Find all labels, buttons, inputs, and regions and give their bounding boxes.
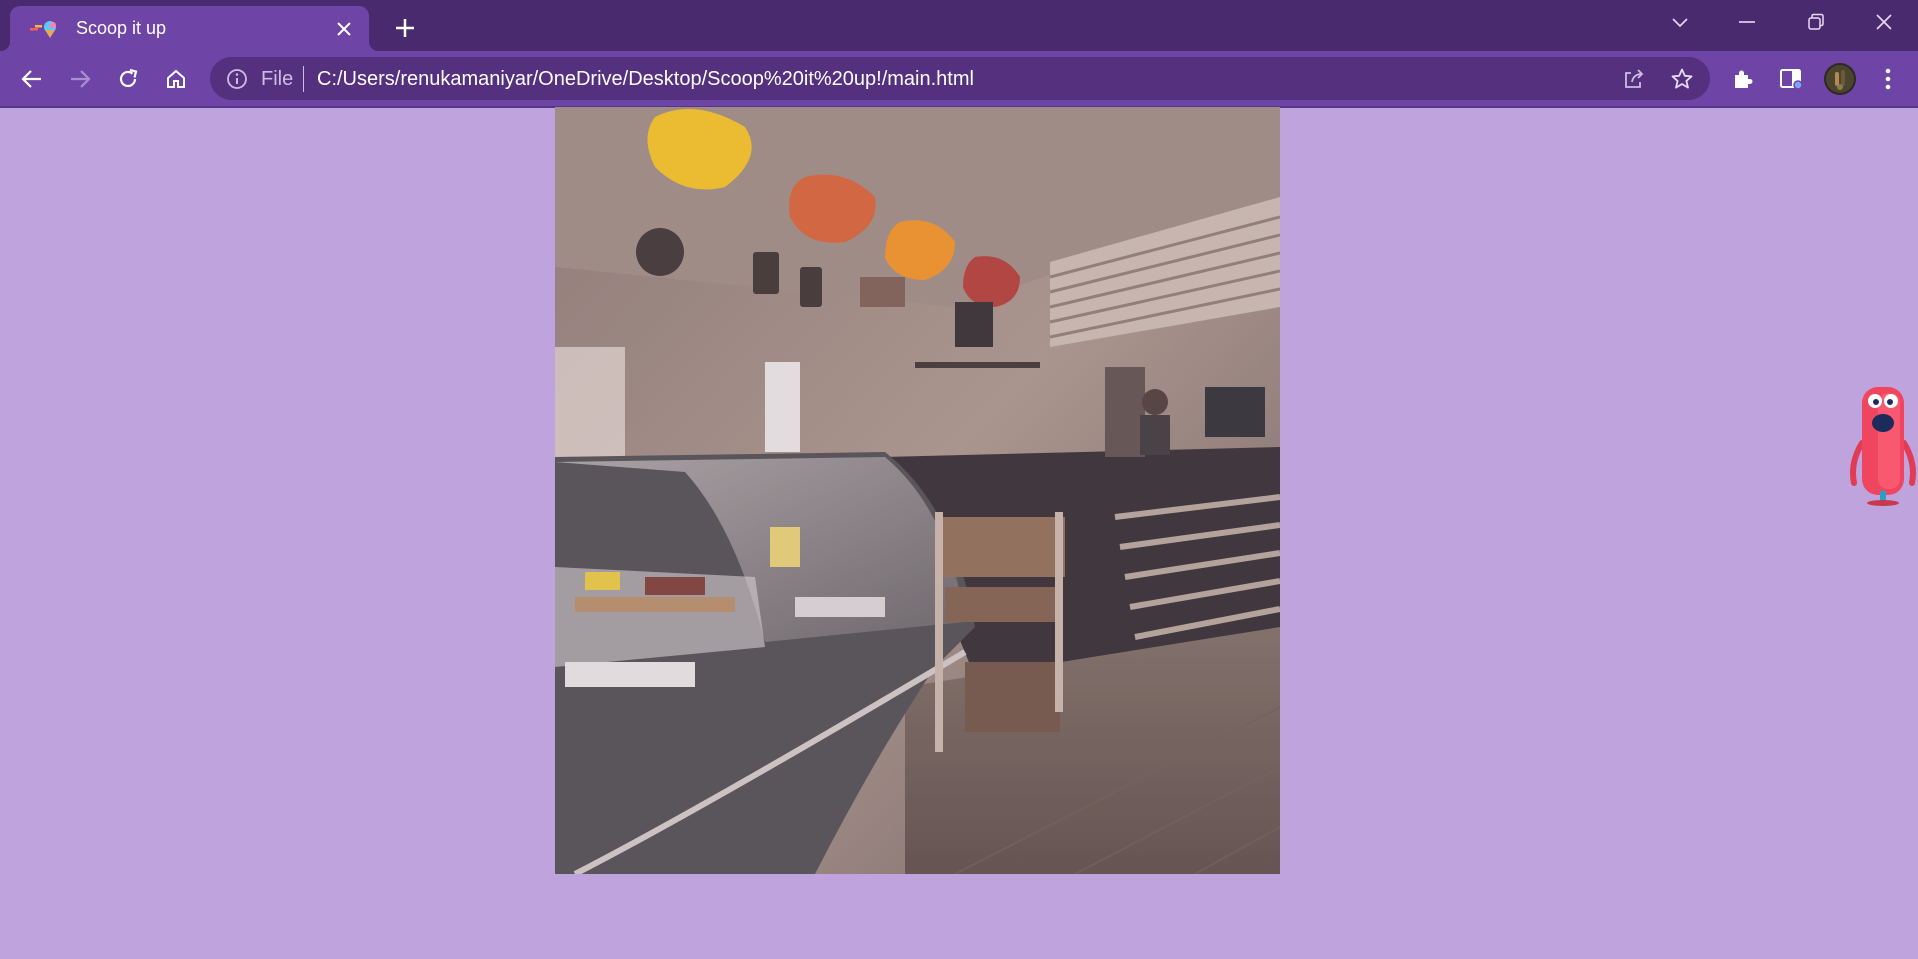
tab-active[interactable]: Scoop it up [0,6,379,51]
red-monster-mascot [1848,383,1918,507]
title-bar: Scoop it up [0,0,1918,51]
ice-cream-favicon-icon [30,19,64,39]
reload-button[interactable] [110,61,146,97]
close-window-button[interactable] [1850,0,1918,44]
minimize-button[interactable] [1713,0,1781,44]
info-icon[interactable] [226,68,248,90]
menu-button[interactable] [1870,61,1906,97]
kebab-menu-icon [1885,68,1891,90]
divider [303,66,304,92]
ice-cream-shop-photo [555,107,1280,874]
reload-icon [119,68,138,88]
home-icon [167,69,185,88]
close-icon [1876,14,1892,30]
restore-icon [1808,13,1824,30]
arrow-right-icon [71,70,91,88]
address-bar[interactable]: File C:/Users/renukamaniyar/OneDrive/Des… [210,57,1710,100]
toolbar: File C:/Users/renukamaniyar/OneDrive/Des… [0,51,1918,106]
new-tab-button[interactable] [388,11,422,45]
scheme-label: File [261,68,294,90]
url-text[interactable]: C:/Users/renukamaniyar/OneDrive/Desktop/… [317,68,974,91]
side-panel-button[interactable] [1773,61,1809,97]
extensions-button[interactable] [1725,61,1761,97]
avatar[interactable] [1822,61,1858,97]
tab-title: Scoop it up [76,18,167,38]
chevron-down-icon [1672,18,1688,28]
back-button[interactable] [14,61,50,97]
plus-icon [396,19,414,37]
puzzle-icon [1735,70,1753,88]
arrow-left-icon [21,70,41,88]
tab-search-button[interactable] [1646,0,1714,44]
close-icon[interactable] [329,14,359,44]
star-icon[interactable] [1669,66,1695,92]
restore-button[interactable] [1782,0,1850,44]
share-icon[interactable] [1621,66,1647,92]
minimize-icon [1739,21,1755,23]
home-button[interactable] [158,61,194,97]
forward-button[interactable] [62,61,98,97]
side-panel-icon [1780,69,1803,90]
